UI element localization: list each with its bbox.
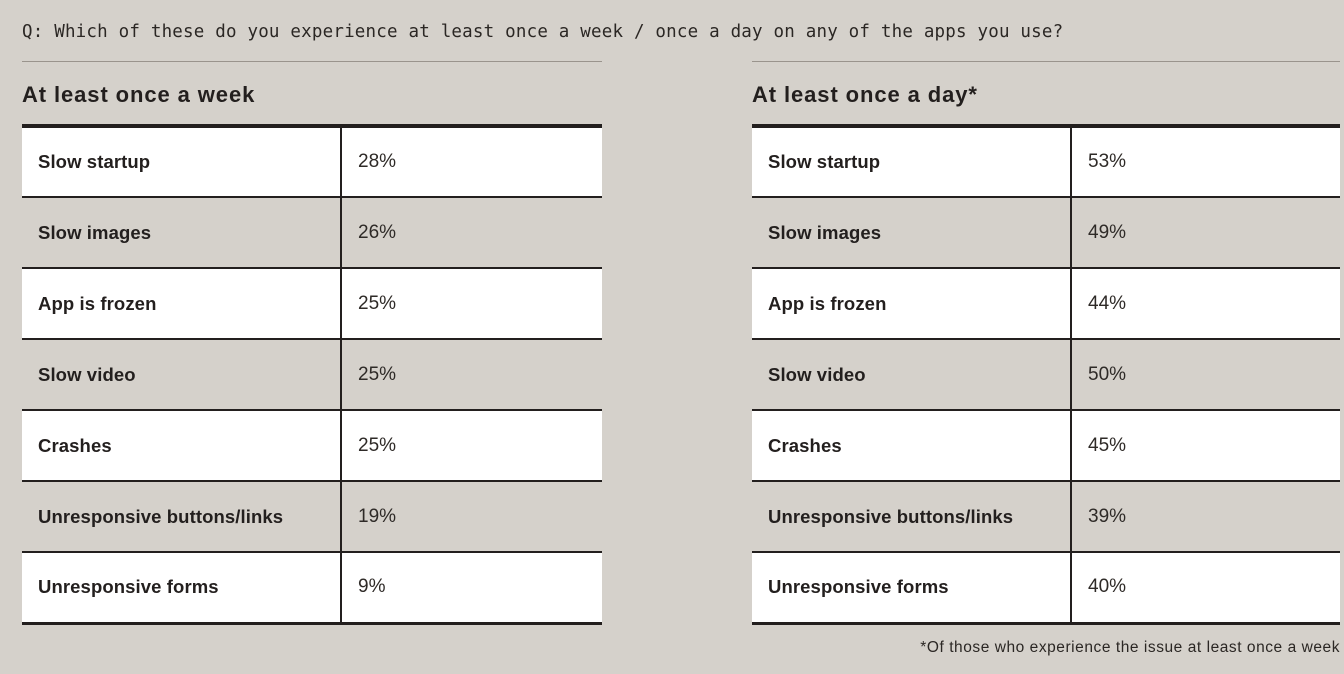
row-value: 9% bbox=[341, 552, 602, 625]
table-row: App is frozen 44% bbox=[752, 268, 1340, 340]
row-label: Slow video bbox=[752, 339, 1072, 411]
table-row: Slow images 49% bbox=[752, 197, 1340, 269]
infographic-page: Q: Which of these do you experience at l… bbox=[0, 0, 1344, 674]
row-value: 25% bbox=[341, 339, 602, 411]
footnote-text: *Of those who experience the issue at le… bbox=[920, 638, 1340, 656]
row-value: 40% bbox=[1071, 552, 1340, 625]
table-row: Unresponsive buttons/links 19% bbox=[22, 481, 602, 553]
row-label: Slow startup bbox=[752, 126, 1072, 198]
row-value: 25% bbox=[341, 410, 602, 482]
row-label: Slow video bbox=[22, 339, 342, 411]
row-label: Unresponsive buttons/links bbox=[22, 481, 342, 553]
table-row: Crashes 25% bbox=[22, 410, 602, 482]
table-row: App is frozen 25% bbox=[22, 268, 602, 340]
panel-once-a-week: At least once a week Slow startup 28% Sl… bbox=[22, 82, 602, 625]
panel-title-once-a-day: At least once a day* bbox=[752, 82, 978, 107]
divider-line-left bbox=[22, 61, 602, 62]
table-row: Slow video 25% bbox=[22, 339, 602, 411]
row-label: Crashes bbox=[752, 410, 1072, 482]
row-label: Slow images bbox=[752, 197, 1072, 269]
panel-once-a-day: At least once a day* Slow startup 53% Sl… bbox=[752, 82, 1340, 657]
row-label: Slow images bbox=[22, 197, 342, 269]
table-row: Unresponsive forms 9% bbox=[22, 552, 602, 625]
question-header: Q: Which of these do you experience at l… bbox=[0, 0, 1344, 62]
question-text: Q: Which of these do you experience at l… bbox=[22, 22, 1064, 42]
row-value: 26% bbox=[341, 197, 602, 269]
table-row: Unresponsive buttons/links 39% bbox=[752, 481, 1340, 553]
table-row: Unresponsive forms 40% bbox=[752, 552, 1340, 625]
divider-line-right bbox=[752, 61, 1340, 62]
table-row: Slow video 50% bbox=[752, 339, 1340, 411]
panel-title-once-a-week: At least once a week bbox=[22, 82, 256, 107]
row-value: 45% bbox=[1071, 410, 1340, 482]
row-label: App is frozen bbox=[22, 268, 342, 340]
table-once-a-day: Slow startup 53% Slow images 49% App is … bbox=[752, 124, 1340, 625]
row-label: Unresponsive buttons/links bbox=[752, 481, 1072, 553]
row-label: Slow startup bbox=[22, 126, 342, 198]
row-value: 25% bbox=[341, 268, 602, 340]
table-row: Slow startup 53% bbox=[752, 126, 1340, 198]
row-label: App is frozen bbox=[752, 268, 1072, 340]
table-row: Crashes 45% bbox=[752, 410, 1340, 482]
row-label: Crashes bbox=[22, 410, 342, 482]
row-value: 49% bbox=[1071, 197, 1340, 269]
table-row: Slow images 26% bbox=[22, 197, 602, 269]
row-value: 39% bbox=[1071, 481, 1340, 553]
row-value: 19% bbox=[341, 481, 602, 553]
table-once-a-week: Slow startup 28% Slow images 26% App is … bbox=[22, 124, 602, 625]
row-value: 53% bbox=[1071, 126, 1340, 198]
row-label: Unresponsive forms bbox=[752, 552, 1072, 625]
row-value: 44% bbox=[1071, 268, 1340, 340]
row-label: Unresponsive forms bbox=[22, 552, 342, 625]
table-row: Slow startup 28% bbox=[22, 126, 602, 198]
row-value: 50% bbox=[1071, 339, 1340, 411]
row-value: 28% bbox=[341, 126, 602, 198]
